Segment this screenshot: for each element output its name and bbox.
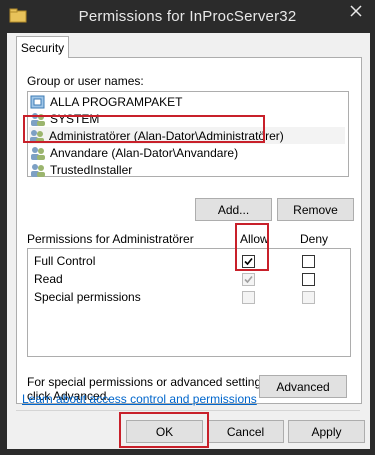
special-deny-checkbox bbox=[302, 291, 315, 304]
permissions-list: Full Control Read Special permissions bbox=[27, 248, 351, 357]
permission-row: Special permissions bbox=[28, 288, 348, 306]
permissions-dialog: Permissions for InProcServer32 Security … bbox=[0, 0, 375, 455]
tab-security[interactable]: Security bbox=[16, 36, 69, 58]
advanced-button[interactable]: Advanced bbox=[259, 375, 347, 398]
permissions-header: Permissions for Administratörer bbox=[27, 232, 194, 246]
list-item-label: Anvandare (Alan-Dator\Anvandare) bbox=[50, 145, 239, 160]
advanced-text-line: For special permissions or advanced sett… bbox=[27, 375, 271, 389]
permission-label: Full Control bbox=[34, 254, 96, 268]
apply-button[interactable]: Apply bbox=[288, 420, 365, 443]
read-allow-checkbox bbox=[242, 273, 255, 286]
user-group-icon bbox=[29, 128, 45, 144]
list-item[interactable]: TrustedInstaller bbox=[30, 161, 132, 178]
add-button[interactable]: Add... bbox=[195, 198, 272, 221]
window-title: Permissions for InProcServer32 bbox=[78, 8, 297, 25]
allow-header: Allow bbox=[240, 232, 269, 246]
list-item-selected[interactable]: Administratörer (Alan-Dator\Administratö… bbox=[29, 127, 345, 144]
close-icon bbox=[350, 4, 362, 20]
package-group-icon bbox=[30, 94, 46, 110]
user-list[interactable]: ALLA PROGRAMPAKET SYSTEM Administratörer… bbox=[27, 91, 349, 177]
list-item[interactable]: ALLA PROGRAMPAKET bbox=[30, 93, 183, 110]
ok-button[interactable]: OK bbox=[126, 420, 203, 443]
list-item-label: SYSTEM bbox=[50, 111, 100, 126]
list-item-label: ALLA PROGRAMPAKET bbox=[50, 94, 183, 109]
deny-header: Deny bbox=[300, 232, 329, 246]
full-control-deny-checkbox[interactable] bbox=[302, 255, 315, 268]
special-allow-checkbox bbox=[242, 291, 255, 304]
title-bar[interactable]: Permissions for InProcServer32 bbox=[1, 1, 374, 33]
list-item-label: TrustedInstaller bbox=[50, 162, 133, 177]
full-control-allow-checkbox[interactable] bbox=[242, 255, 255, 268]
security-panel: Group or user names: ALLA PROGRAMPAKET S… bbox=[16, 57, 362, 404]
divider bbox=[16, 410, 360, 411]
permission-row: Read bbox=[28, 270, 348, 288]
learn-more-link[interactable]: Learn about access control and permissio… bbox=[22, 392, 257, 406]
dialog-body: Security Group or user names: ALLA PROGR… bbox=[7, 33, 370, 449]
group-names-label: Group or user names: bbox=[27, 74, 144, 88]
permission-row: Full Control bbox=[28, 252, 348, 270]
list-item[interactable]: Anvandare (Alan-Dator\Anvandare) bbox=[30, 144, 238, 161]
list-item-label: Administratörer (Alan-Dator\Administratö… bbox=[49, 128, 284, 143]
cancel-button[interactable]: Cancel bbox=[207, 420, 284, 443]
user-group-icon bbox=[30, 162, 46, 178]
list-item[interactable]: SYSTEM bbox=[30, 110, 99, 127]
user-group-icon bbox=[30, 111, 46, 127]
permission-label: Special permissions bbox=[34, 290, 141, 304]
remove-button[interactable]: Remove bbox=[277, 198, 354, 221]
permission-label: Read bbox=[34, 272, 63, 286]
read-deny-checkbox[interactable] bbox=[302, 273, 315, 286]
user-group-icon bbox=[30, 145, 46, 161]
close-button[interactable] bbox=[341, 1, 371, 23]
